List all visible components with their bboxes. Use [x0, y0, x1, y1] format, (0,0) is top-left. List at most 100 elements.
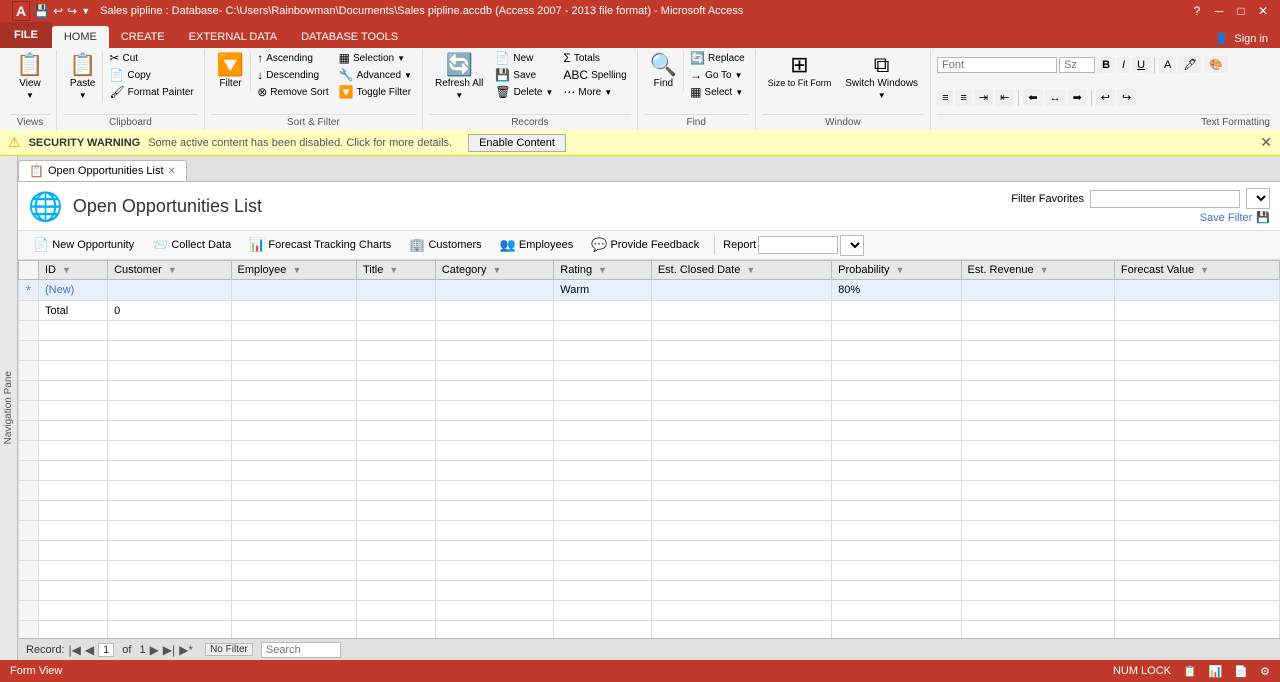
filter-favorites-dropdown[interactable]: [1246, 188, 1270, 209]
save-filter[interactable]: Save Filter 💾: [1200, 211, 1270, 224]
col-est-closed-date[interactable]: Est. Closed Date ▼: [651, 261, 831, 280]
col-est-revenue[interactable]: Est. Revenue ▼: [961, 261, 1114, 280]
align-left-btn[interactable]: ⬅: [1023, 89, 1042, 106]
employees-btn[interactable]: 👥 Employees: [493, 234, 581, 256]
indent-btn[interactable]: ⇥: [974, 89, 993, 106]
format-painter-btn[interactable]: 🖌 Format Painter: [105, 84, 197, 100]
forecast-tracking-btn[interactable]: 📊 Forecast Tracking Charts: [242, 234, 398, 256]
align-center-btn[interactable]: ↔: [1045, 90, 1066, 106]
sign-in[interactable]: 👤 Sign in: [1203, 29, 1280, 48]
help-btn[interactable]: ?: [1188, 4, 1206, 18]
prev-record-btn[interactable]: ◀: [85, 643, 94, 657]
ltr-btn[interactable]: ↪: [1117, 89, 1136, 106]
more-btn[interactable]: ⋯ More ▼: [559, 84, 630, 100]
rtl-btn[interactable]: ↩: [1096, 89, 1115, 106]
replace-btn[interactable]: 🔄 Replace: [686, 50, 749, 66]
col-title[interactable]: Title ▼: [356, 261, 435, 280]
align-right-btn[interactable]: ➡: [1068, 89, 1087, 106]
new-opportunity-btn[interactable]: 📄 New Opportunity: [26, 234, 141, 256]
bold-btn[interactable]: B: [1097, 57, 1115, 73]
collect-data-btn[interactable]: 📨 Collect Data: [145, 234, 238, 256]
new-row-title[interactable]: [356, 280, 435, 301]
report-input[interactable]: [758, 236, 838, 254]
col-id[interactable]: ID ▼: [39, 261, 108, 280]
navigation-pane[interactable]: Navigation Pane: [0, 156, 18, 660]
outdent-btn[interactable]: ⇤: [995, 89, 1014, 106]
advanced-btn[interactable]: 🔧 Advanced ▼: [335, 67, 416, 83]
search-input[interactable]: [261, 642, 341, 658]
new-row-rating[interactable]: Warm: [554, 280, 652, 301]
new-row-est-revenue[interactable]: [961, 280, 1114, 301]
file-tab[interactable]: FILE: [0, 22, 52, 48]
descending-btn[interactable]: ↓ Descending: [253, 67, 332, 83]
col-forecast-value[interactable]: Forecast Value ▼: [1114, 261, 1279, 280]
size-fit-form-btn[interactable]: ⊞ Size to Fit Form: [762, 50, 838, 92]
select-btn[interactable]: ▦ Select ▼: [686, 84, 749, 100]
find-btn[interactable]: 🔍 Find: [644, 50, 684, 93]
minimize-btn[interactable]: ─: [1210, 4, 1228, 18]
provide-feedback-btn[interactable]: 💬 Provide Feedback: [584, 234, 706, 256]
report-dropdown[interactable]: [840, 235, 864, 256]
col-category[interactable]: Category ▼: [435, 261, 553, 280]
ascending-btn[interactable]: ↑ Ascending: [253, 50, 332, 66]
toggle-filter-btn[interactable]: 🔽 Toggle Filter: [335, 84, 416, 100]
italic-btn[interactable]: I: [1117, 57, 1130, 73]
last-record-btn[interactable]: ▶|: [163, 643, 175, 657]
spelling-btn[interactable]: ABC Spelling: [559, 67, 630, 83]
remove-sort-btn[interactable]: ⊗ Remove Sort: [253, 84, 332, 100]
customers-btn[interactable]: 🏢 Customers: [402, 234, 488, 256]
paste-btn[interactable]: 📋 Paste ▼: [63, 50, 103, 104]
external-data-tab[interactable]: EXTERNAL DATA: [177, 26, 289, 48]
open-opportunities-tab[interactable]: 📋 Open Opportunities List ✕: [18, 160, 187, 181]
bg-color-btn[interactable]: 🎨: [1204, 56, 1228, 73]
new-row-est-closed-date[interactable]: [651, 280, 831, 301]
col-employee[interactable]: Employee ▼: [231, 261, 356, 280]
view-icon-3[interactable]: 📄: [1234, 665, 1248, 678]
col-rating[interactable]: Rating ▼: [554, 261, 652, 280]
underline-btn[interactable]: U: [1132, 57, 1150, 73]
view-icon-1[interactable]: 📋: [1183, 665, 1197, 678]
filter-btn[interactable]: 🔽 Filter: [211, 50, 251, 93]
col-customer[interactable]: Customer ▼: [108, 261, 231, 280]
no-filter-badge[interactable]: No Filter: [205, 643, 253, 656]
font-color-btn[interactable]: A: [1159, 57, 1176, 73]
list2-btn[interactable]: ≡: [955, 90, 971, 106]
refresh-all-btn[interactable]: 🔄 Refresh All ▼: [429, 50, 489, 104]
create-tab[interactable]: CREATE: [109, 26, 177, 48]
copy-btn[interactable]: 📄 Copy: [105, 67, 197, 83]
view-btn[interactable]: 📋 View ▼: [10, 50, 50, 104]
totals-btn[interactable]: Σ Totals: [559, 50, 630, 66]
enable-content-btn[interactable]: Enable Content: [468, 134, 566, 152]
new-row-probability[interactable]: 80%: [832, 280, 961, 301]
save-qat-btn[interactable]: 💾: [34, 4, 49, 18]
delete-btn[interactable]: 🗑 Delete ▼: [491, 84, 557, 100]
filter-favorites-input[interactable]: [1090, 190, 1240, 208]
switch-windows-btn[interactable]: ⧉ Switch Windows ▼: [839, 50, 924, 104]
security-close-btn[interactable]: ✕: [1260, 134, 1272, 151]
selection-btn[interactable]: ▦ Selection ▼: [335, 50, 416, 66]
new-nav-btn[interactable]: ▶*: [179, 643, 193, 657]
customize-qat-btn[interactable]: ▼: [81, 6, 90, 16]
new-record-btn[interactable]: 📄 New: [491, 50, 557, 66]
maximize-btn[interactable]: □: [1232, 4, 1250, 18]
col-probability[interactable]: Probability ▼: [832, 261, 961, 280]
tab-close-btn[interactable]: ✕: [168, 166, 176, 177]
home-tab[interactable]: HOME: [52, 26, 109, 48]
new-row-id[interactable]: (New): [39, 280, 108, 301]
highlight-btn[interactable]: 🖊: [1178, 56, 1202, 73]
current-record[interactable]: 1: [98, 643, 114, 657]
close-btn[interactable]: ✕: [1254, 4, 1272, 18]
new-row-employee[interactable]: [231, 280, 356, 301]
view-icon-2[interactable]: 📊: [1209, 665, 1223, 678]
view-icon-4[interactable]: ⚙: [1260, 665, 1270, 678]
cut-btn[interactable]: ✂ Cut: [105, 50, 197, 66]
undo-btn[interactable]: ↩: [53, 4, 63, 18]
list-btn[interactable]: ≡: [937, 90, 953, 106]
new-row-category[interactable]: [435, 280, 553, 301]
next-record-btn[interactable]: ▶: [150, 643, 159, 657]
new-row-forecast-value[interactable]: [1114, 280, 1279, 301]
new-row-customer[interactable]: [108, 280, 231, 301]
redo-btn[interactable]: ↪: [67, 4, 77, 18]
font-family-input[interactable]: [937, 57, 1057, 73]
database-tools-tab[interactable]: DATABASE TOOLS: [289, 26, 410, 48]
